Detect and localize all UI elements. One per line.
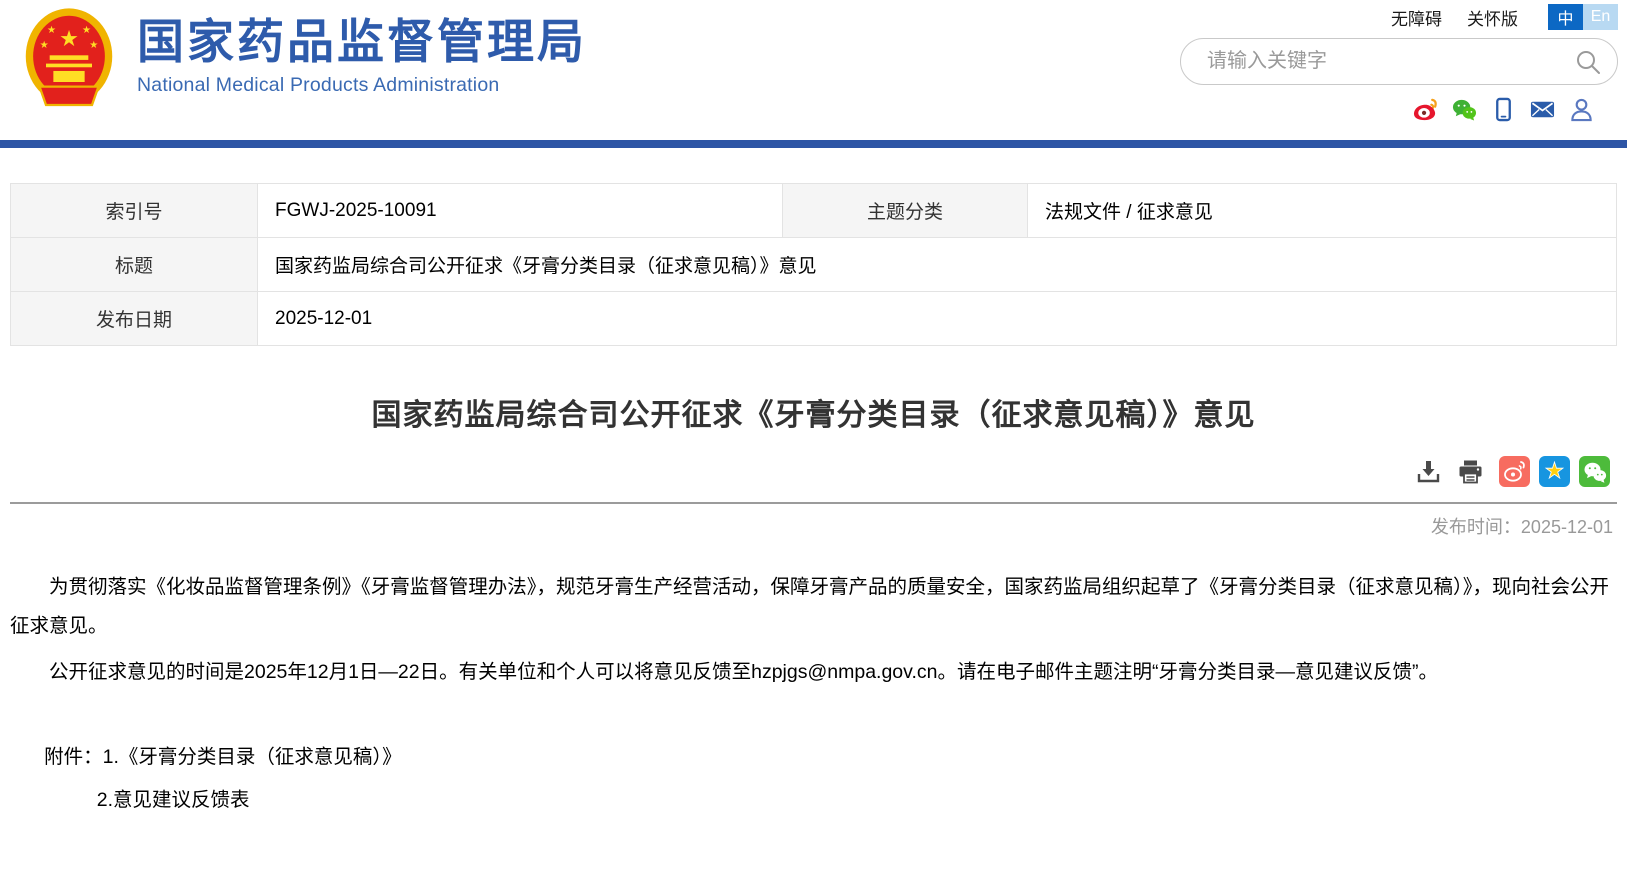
table-row: 发布日期 2025-12-01 (11, 292, 1617, 346)
site-title-en: National Medical Products Administration (137, 74, 587, 97)
svg-text:★: ★ (1545, 458, 1565, 483)
publish-date-value: 2025-12-01 (258, 292, 1617, 346)
index-number-value: FGWJ-2025-10091 (258, 184, 783, 238)
share-qzone-icon[interactable]: ★ (1539, 456, 1570, 487)
accessibility-link[interactable]: 无障碍 (1391, 5, 1442, 30)
topic-category-value: 法规文件 / 征求意见 (1028, 184, 1617, 238)
svg-text:★: ★ (89, 40, 98, 51)
publish-time-label: 发布时间： (1431, 517, 1521, 537)
svg-text:★: ★ (47, 25, 56, 36)
search-input[interactable] (1205, 49, 1575, 74)
attachment-link-2[interactable]: 2.意见建议反馈表 (97, 781, 250, 820)
top-links: 无障碍 关怀版 中 En (1138, 0, 1618, 30)
table-row: 标题 国家药监局综合司公开征求《牙膏分类目录（征求意见稿）》意见 (11, 238, 1617, 292)
publish-time-value: 2025-12-01 (1521, 517, 1613, 537)
attachments-label: 附件： (44, 738, 103, 777)
publish-date-label: 发布日期 (11, 292, 258, 346)
lang-en-button[interactable]: En (1583, 4, 1618, 30)
svg-text:★: ★ (59, 26, 79, 51)
doc-title-label: 标题 (11, 238, 258, 292)
header-divider-bar (0, 140, 1627, 148)
search-icon[interactable] (1575, 49, 1601, 75)
mail-icon[interactable] (1530, 97, 1555, 122)
lang-zh-button[interactable]: 中 (1548, 4, 1583, 30)
article-body: 为贯彻落实《化妆品监督管理条例》《牙膏监督管理办法》，规范牙膏生产经营活动，保障… (10, 568, 1617, 820)
language-switch: 中 En (1548, 4, 1618, 30)
search-box (1180, 38, 1618, 85)
site-header: ★ ★ ★ ★ ★ 国家药品监督管理局 National Medical Pro… (0, 0, 1627, 140)
document-meta-table: 索引号 FGWJ-2025-10091 主题分类 法规文件 / 征求意见 标题 … (10, 183, 1617, 346)
site-brand: ★ ★ ★ ★ ★ 国家药品监督管理局 National Medical Pro… (23, 6, 587, 112)
main-content: 索引号 FGWJ-2025-10091 主题分类 法规文件 / 征求意见 标题 … (0, 183, 1627, 820)
attachment-line: 附件： 1.《牙膏分类目录（征求意见稿）》 (10, 738, 1617, 777)
share-weibo-icon[interactable] (1499, 456, 1530, 487)
index-number-label: 索引号 (11, 184, 258, 238)
attachment-link-1[interactable]: 1.《牙膏分类目录（征求意见稿）》 (103, 738, 402, 777)
brand-text: 国家药品监督管理局 National Medical Products Admi… (137, 6, 587, 97)
attachment-line: 2.意见建议反馈表 (97, 781, 1617, 820)
page: ★ ★ ★ ★ ★ 国家药品监督管理局 National Medical Pro… (0, 0, 1627, 871)
national-emblem-logo: ★ ★ ★ ★ ★ (23, 6, 115, 112)
attachments-section: 附件： 1.《牙膏分类目录（征求意见稿）》 2.意见建议反馈表 (10, 738, 1617, 820)
paragraph: 公开征求意见的时间是2025年12月1日—22日。有关单位和个人可以将意见反馈至… (10, 653, 1617, 692)
download-icon[interactable] (1415, 458, 1442, 485)
share-wechat-icon[interactable] (1579, 456, 1610, 487)
weibo-icon[interactable] (1413, 97, 1438, 122)
svg-text:★: ★ (82, 25, 91, 36)
site-title-cn: 国家药品监督管理局 (137, 16, 587, 68)
wechat-icon[interactable] (1452, 97, 1477, 122)
topic-category-label: 主题分类 (783, 184, 1028, 238)
doc-title-value: 国家药监局综合司公开征求《牙膏分类目录（征求意见稿）》意见 (258, 238, 1617, 292)
print-icon[interactable] (1457, 458, 1484, 485)
content-divider (10, 502, 1617, 504)
header-right: 无障碍 关怀版 中 En (1138, 0, 1618, 122)
article-toolbar: ★ (10, 456, 1617, 487)
svg-text:★: ★ (40, 40, 49, 51)
paragraph: 为贯彻落实《化妆品监督管理条例》《牙膏监督管理办法》，规范牙膏生产经营活动，保障… (10, 568, 1617, 646)
table-row: 索引号 FGWJ-2025-10091 主题分类 法规文件 / 征求意见 (11, 184, 1617, 238)
mobile-icon[interactable] (1491, 97, 1516, 122)
social-icons-row (1138, 97, 1618, 122)
care-version-link[interactable]: 关怀版 (1467, 5, 1518, 30)
user-icon[interactable] (1569, 97, 1594, 122)
publish-time: 发布时间：2025-12-01 (10, 513, 1617, 539)
article-title: 国家药监局综合司公开征求《牙膏分类目录（征求意见稿）》意见 (10, 390, 1617, 434)
